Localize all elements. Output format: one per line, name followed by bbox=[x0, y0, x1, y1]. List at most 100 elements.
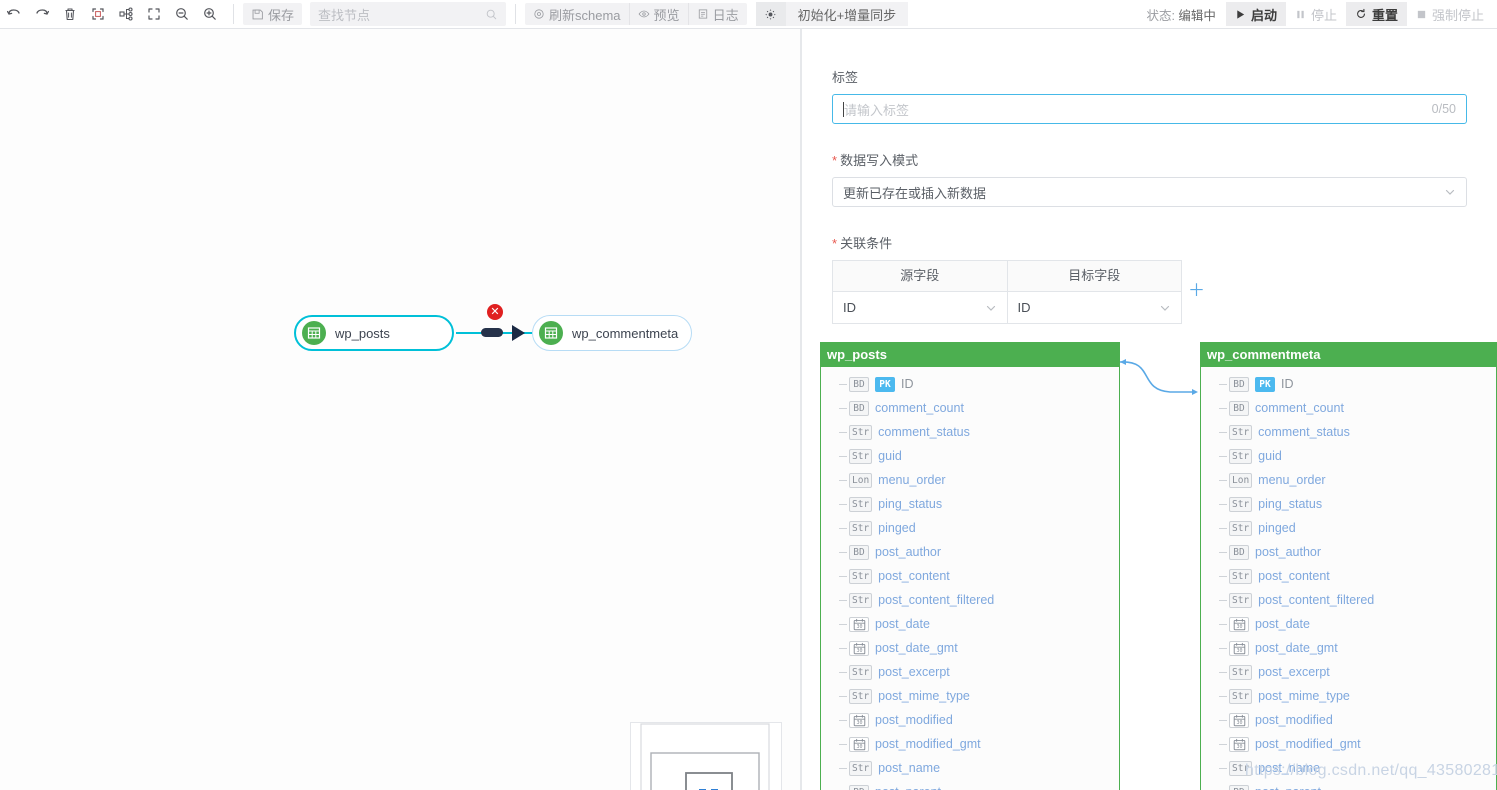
zoom-out-icon[interactable] bbox=[168, 3, 196, 25]
fit-screen-icon[interactable] bbox=[140, 3, 168, 25]
calendar-type-icon: 30 bbox=[1229, 736, 1249, 752]
field-type-badge: Str bbox=[1229, 424, 1253, 440]
status-text: 状态: 编辑中 bbox=[1146, 5, 1215, 24]
schema-field-name: post_mime_type bbox=[1258, 689, 1350, 703]
search-node-input[interactable]: 查找节点 bbox=[310, 2, 507, 26]
undo-icon[interactable] bbox=[0, 3, 28, 25]
schema-field-row[interactable]: Str post_content_filtered bbox=[821, 588, 1119, 612]
schema-field-name: post_content_filtered bbox=[1258, 593, 1375, 607]
schema-field-row[interactable]: BD post_parent bbox=[821, 780, 1119, 790]
edge-error-badge[interactable]: ✕ bbox=[487, 304, 503, 320]
calendar-type-icon: 30 bbox=[1229, 712, 1249, 728]
schema-field-row[interactable]: Str post_excerpt bbox=[1201, 660, 1496, 684]
schema-field-name: post_date bbox=[875, 617, 930, 631]
schema-field-row[interactable]: 30 post_modified_gmt bbox=[1201, 732, 1496, 756]
schema-field-name: post_name bbox=[1258, 761, 1321, 775]
tag-input[interactable]: 请输入标签 0/50 bbox=[832, 94, 1467, 124]
schema-field-row[interactable]: Str ping_status bbox=[821, 492, 1119, 516]
schema-field-row[interactable]: 30 post_date_gmt bbox=[1201, 636, 1496, 660]
schema-field-row[interactable]: Str post_excerpt bbox=[821, 660, 1119, 684]
schema-field-name: comment_count bbox=[875, 401, 964, 415]
graph-node-target[interactable]: wp_commentmeta bbox=[532, 315, 692, 351]
zoom-in-icon[interactable] bbox=[196, 3, 224, 25]
field-type-badge: BD bbox=[1229, 784, 1249, 790]
schema-field-row[interactable]: 30 post_date bbox=[1201, 612, 1496, 636]
calendar-type-icon: 30 bbox=[849, 712, 869, 728]
save-button[interactable]: 保存 bbox=[243, 3, 303, 25]
schema-field-name: post_content bbox=[1258, 569, 1330, 583]
schema-field-row[interactable]: BD comment_count bbox=[821, 396, 1119, 420]
graph-node-source[interactable]: wp_posts bbox=[294, 315, 454, 351]
schema-source-title: wp_posts bbox=[821, 342, 1119, 367]
redo-icon[interactable] bbox=[28, 3, 56, 25]
save-label: 保存 bbox=[268, 7, 295, 23]
preview-button[interactable]: 预览 bbox=[628, 3, 688, 25]
schema-field-row[interactable]: BD comment_count bbox=[1201, 396, 1496, 420]
schema-field-row[interactable]: Str comment_status bbox=[1201, 420, 1496, 444]
schema-field-row[interactable]: BD PK ID bbox=[821, 372, 1119, 396]
schema-field-name: post_parent bbox=[875, 785, 941, 790]
schema-field-row[interactable]: 30 post_modified_gmt bbox=[821, 732, 1119, 756]
schema-field-row[interactable]: Str pinged bbox=[1201, 516, 1496, 540]
schema-field-row[interactable]: Str guid bbox=[1201, 444, 1496, 468]
play-icon bbox=[1237, 9, 1245, 19]
write-mode-select[interactable]: 更新已存在或插入新数据 bbox=[832, 177, 1467, 207]
schema-field-row[interactable]: Str pinged bbox=[821, 516, 1119, 540]
schema-field-name: comment_status bbox=[878, 425, 970, 439]
reset-label: 重置 bbox=[1371, 7, 1398, 23]
svg-text:30: 30 bbox=[856, 624, 862, 630]
settings-button[interactable] bbox=[755, 2, 786, 26]
schema-field-row[interactable]: Lon menu_order bbox=[821, 468, 1119, 492]
start-button[interactable]: 启动 bbox=[1225, 2, 1286, 26]
search-icon bbox=[486, 9, 497, 19]
graph-canvas[interactable]: ✕ wp_posts wp_commentmeta bbox=[0, 29, 800, 790]
add-condition-button[interactable]: ＋ bbox=[1188, 276, 1205, 301]
schema-field-row[interactable]: Str post_content bbox=[1201, 564, 1496, 588]
schema-field-row[interactable]: Str post_mime_type bbox=[1201, 684, 1496, 708]
required-marker: * bbox=[832, 153, 838, 168]
target-field-select[interactable]: ID bbox=[1006, 292, 1182, 323]
schema-target-field-list[interactable]: BD PK ID BD comment_count Str comment_status St… bbox=[1201, 367, 1496, 790]
schema-field-row[interactable]: Str post_mime_type bbox=[821, 684, 1119, 708]
sync-mode-selector[interactable]: 初始化+增量同步 bbox=[785, 2, 909, 26]
edge-handle[interactable] bbox=[481, 328, 503, 337]
log-icon bbox=[698, 9, 707, 19]
schema-field-row[interactable]: Str comment_status bbox=[821, 420, 1119, 444]
field-type-badge: Str bbox=[849, 424, 873, 440]
field-type-badge: Str bbox=[849, 760, 873, 776]
select-all-icon[interactable] bbox=[84, 3, 112, 25]
schema-field-row[interactable]: 30 post_date bbox=[821, 612, 1119, 636]
delete-icon[interactable] bbox=[56, 3, 84, 25]
write-mode-value: 更新已存在或插入新数据 bbox=[843, 185, 987, 201]
schema-field-row[interactable]: Str ping_status bbox=[1201, 492, 1496, 516]
schema-source-field-list[interactable]: BD PK ID BD comment_count Str comment_status St… bbox=[821, 367, 1119, 790]
reset-button[interactable]: 重置 bbox=[1345, 2, 1407, 26]
log-button[interactable]: 日志 bbox=[687, 3, 747, 25]
source-field-select[interactable]: ID bbox=[833, 292, 1007, 323]
schema-field-row[interactable]: Str post_content_filtered bbox=[1201, 588, 1496, 612]
log-label: 日志 bbox=[712, 7, 739, 23]
schema-field-name: menu_order bbox=[878, 473, 946, 487]
schema-field-name: ping_status bbox=[1258, 497, 1323, 511]
schema-field-row[interactable]: BD post_author bbox=[1201, 540, 1496, 564]
schema-field-name: menu_order bbox=[1258, 473, 1326, 487]
schema-field-row[interactable]: 30 post_modified bbox=[821, 708, 1119, 732]
refresh-schema-button[interactable]: 刷新schema bbox=[525, 3, 629, 25]
schema-field-name: ID bbox=[901, 377, 914, 391]
minimap[interactable] bbox=[630, 722, 782, 790]
schema-field-row[interactable]: Str post_content bbox=[821, 564, 1119, 588]
field-type-badge: Lon bbox=[1229, 472, 1253, 488]
schema-field-row[interactable]: 30 post_date_gmt bbox=[821, 636, 1119, 660]
schema-field-row[interactable]: 30 post_modified bbox=[1201, 708, 1496, 732]
schema-field-name: post_excerpt bbox=[1258, 665, 1330, 679]
schema-field-row[interactable]: BD post_author bbox=[821, 540, 1119, 564]
field-type-badge: BD bbox=[849, 784, 869, 790]
schema-field-row[interactable]: Lon menu_order bbox=[1201, 468, 1496, 492]
schema-field-row[interactable]: BD post_parent bbox=[1201, 780, 1496, 790]
table-icon bbox=[539, 321, 563, 345]
schema-field-row[interactable]: Str post_name bbox=[821, 756, 1119, 780]
auto-layout-icon[interactable] bbox=[112, 3, 140, 25]
schema-field-row[interactable]: BD PK ID bbox=[1201, 372, 1496, 396]
schema-field-row[interactable]: Str guid bbox=[821, 444, 1119, 468]
schema-field-row[interactable]: Str post_name bbox=[1201, 756, 1496, 780]
